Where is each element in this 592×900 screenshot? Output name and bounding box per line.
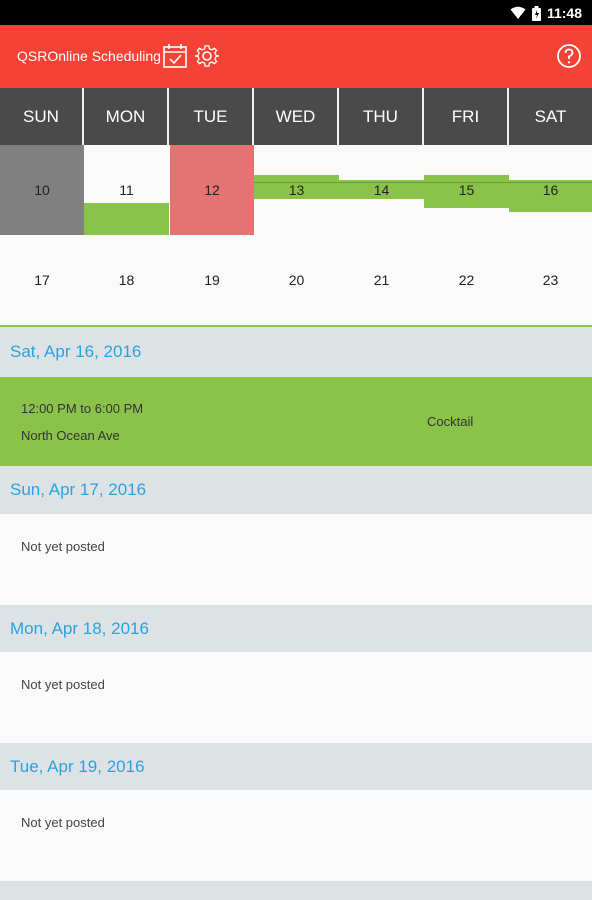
weekday-sun: SUN (0, 88, 84, 145)
day-number: 23 (542, 272, 559, 288)
calendar-day[interactable]: 14 (339, 145, 424, 235)
app-title: QSROnline Scheduling (17, 48, 161, 64)
gear-icon[interactable] (194, 43, 220, 69)
calendar-day[interactable]: 21 (339, 235, 424, 325)
weekday-thu: THU (339, 88, 424, 145)
calendar-week-row: 10 11 12 13 14 15 16 (0, 145, 592, 235)
calendar-day[interactable]: 15 (424, 145, 509, 235)
schedule-list[interactable]: Sat, Apr 16, 2016 12:00 PM to 6:00 PM No… (0, 327, 592, 900)
help-icon[interactable] (556, 43, 582, 69)
calendar-check-icon[interactable] (162, 43, 188, 69)
calendar-day[interactable]: 22 (424, 235, 509, 325)
day-number: 14 (373, 182, 390, 198)
shift-indicator (84, 203, 169, 235)
list-item[interactable]: Not yet posted (0, 514, 592, 605)
day-number: 21 (373, 272, 390, 288)
calendar-day[interactable]: 23 (509, 235, 592, 325)
date-header: Mon, Apr 18, 2016 (0, 605, 592, 652)
shift-time: 12:00 PM to 6:00 PM (21, 401, 144, 416)
day-number: 22 (458, 272, 475, 288)
calendar-week-row: 17 18 19 20 21 22 23 (0, 235, 592, 325)
list-item[interactable]: Not yet posted (0, 790, 592, 881)
day-number: 13 (288, 182, 305, 198)
day-number: 17 (34, 272, 50, 288)
calendar-day[interactable]: 13 (254, 145, 339, 235)
not-posted-text: Not yet posted (21, 539, 105, 554)
day-number: 18 (118, 272, 135, 288)
weekday-mon: MON (84, 88, 169, 145)
day-number: 15 (458, 182, 475, 198)
day-number: 10 (34, 182, 50, 198)
status-icons: 11:48 (510, 4, 582, 22)
app-bar: QSROnline Scheduling (0, 25, 592, 88)
day-number: 19 (204, 272, 220, 288)
weekday-header: SUN MON TUE WED THU FRI SAT (0, 88, 592, 145)
date-header: Sat, Apr 16, 2016 (0, 327, 592, 377)
status-bar: 11:48 (0, 0, 592, 25)
shift-card[interactable]: 12:00 PM to 6:00 PM North Ocean Ave Cock… (0, 377, 592, 466)
list-item[interactable]: Not yet posted (0, 652, 592, 743)
calendar-day[interactable]: 11 (84, 145, 169, 235)
not-posted-text: Not yet posted (21, 677, 105, 692)
calendar-day[interactable]: 17 (0, 235, 84, 325)
not-posted-text: Not yet posted (21, 815, 105, 830)
shift-location: North Ocean Ave (21, 428, 120, 443)
date-header: Tue, Apr 19, 2016 (0, 743, 592, 790)
calendar-day[interactable]: 10 (0, 145, 84, 235)
day-number: 12 (204, 182, 220, 198)
weekday-fri: FRI (424, 88, 509, 145)
wifi-icon (510, 6, 526, 19)
date-header: Sun, Apr 17, 2016 (0, 466, 592, 514)
weekday-wed: WED (254, 88, 339, 145)
weekday-sat: SAT (509, 88, 592, 145)
day-number: 11 (119, 182, 134, 198)
calendar-day-today[interactable]: 12 (170, 145, 254, 235)
date-header (0, 881, 592, 900)
calendar-day[interactable]: 20 (254, 235, 339, 325)
weekday-tue: TUE (169, 88, 254, 145)
shift-role: Cocktail (427, 414, 474, 429)
clock: 11:48 (546, 5, 582, 21)
battery-icon (531, 5, 541, 21)
calendar-day[interactable]: 18 (84, 235, 169, 325)
day-number: 20 (288, 272, 305, 288)
calendar-day[interactable]: 19 (170, 235, 254, 325)
day-number: 16 (542, 182, 559, 198)
calendar-day[interactable]: 16 (509, 145, 592, 235)
